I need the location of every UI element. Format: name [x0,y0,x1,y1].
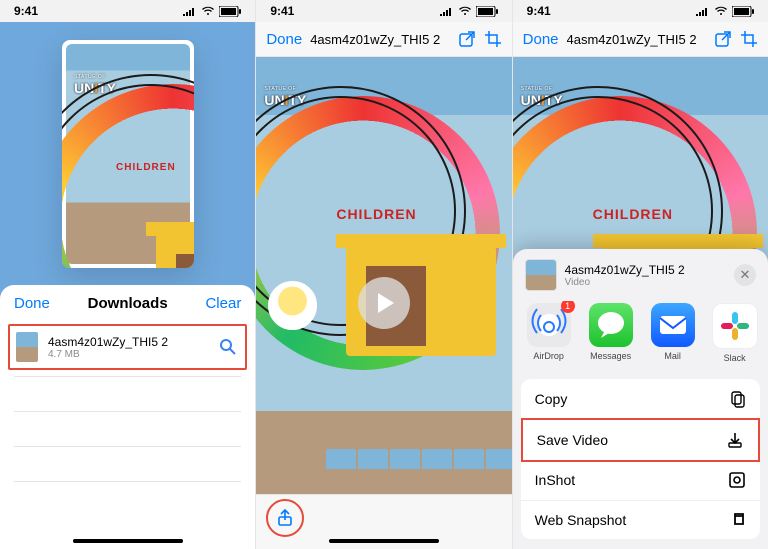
open-in-icon[interactable] [714,30,732,48]
app-slack[interactable]: Slack [709,303,761,363]
file-thumbnail [16,332,38,362]
home-indicator [329,539,439,543]
download-icon [726,431,744,449]
file-title: 4asm4z01wZy_THI5 2 [310,32,449,47]
status-bar: 9:41 [256,0,511,22]
battery-icon [476,6,498,17]
clear-button[interactable]: Clear [205,295,241,312]
preview-body: STATUE OFUNITY CHILDREN 4asm4z01wZy_THI5… [513,56,768,549]
copy-icon [728,390,746,408]
crop-icon[interactable] [484,30,502,48]
status-time: 9:41 [527,4,551,18]
menu-web-snapshot[interactable]: Web Snapshot [521,501,760,539]
battery-icon [732,6,754,17]
done-button[interactable]: Done [14,295,50,312]
children-badge [268,281,317,330]
status-bar: 9:41 [513,0,768,22]
signal-icon [183,6,197,16]
phone-2-preview: 9:41 Done 4asm4z01wZy_THI5 2 STATUE OFUN… [256,0,512,549]
preview-nav: Done 4asm4z01wZy_THI5 2 [256,22,511,57]
wifi-icon [458,6,472,16]
wifi-icon [201,6,215,16]
scrubber-thumbnails[interactable] [326,449,501,489]
status-icons [696,6,754,17]
status-icons [183,6,241,17]
status-icons [440,6,498,17]
done-button[interactable]: Done [266,31,302,48]
snapshot-icon [732,512,746,528]
file-preview-card: STATUE OFUNITY CHILDREN [62,40,194,268]
close-icon[interactable]: ✕ [734,264,756,286]
sheet-thumbnail [525,259,557,291]
file-title: 4asm4z01wZy_THI5 2 [567,32,706,47]
download-file-row[interactable]: 4asm4z01wZy_THI5 2 4.7 MB [8,324,247,370]
home-indicator [73,539,183,543]
airdrop-badge: 1 [561,301,575,313]
done-button[interactable]: Done [523,31,559,48]
sheet-file-title: 4asm4z01wZy_THI5 2 [565,263,726,277]
status-time: 9:41 [14,4,38,18]
signal-icon [440,6,454,16]
menu-inshot[interactable]: InShot [521,460,760,501]
video-still: STATUE OFUNITY CHILDREN [66,44,190,264]
phone-3-share-sheet: 9:41 Done 4asm4z01wZy_THI5 2 STATUE OFUN… [513,0,768,549]
share-actions-group: Copy Save Video InShot Web Snapshot [521,379,760,539]
wifi-icon [714,6,728,16]
app-airdrop[interactable]: 1 AirDrop [523,303,575,363]
play-button[interactable] [358,277,410,329]
app-messages[interactable]: Messages [585,303,637,363]
menu-save-video[interactable]: Save Video [521,418,760,462]
signal-icon [696,6,710,16]
downloads-panel: Done Downloads Clear 4asm4z01wZy_THI5 2 … [0,285,255,549]
share-button[interactable] [266,499,304,537]
battery-icon [219,6,241,17]
preview-body: STATUE OFUNITY CHILDREN [256,56,511,549]
status-bar: 9:41 [0,0,255,22]
app-mail[interactable]: Mail [647,303,699,363]
preview-nav: Done 4asm4z01wZy_THI5 2 [513,22,768,57]
file-size: 4.7 MB [48,349,209,360]
open-in-icon[interactable] [458,30,476,48]
inshot-icon [728,471,746,489]
search-icon[interactable] [219,338,237,356]
sheet-file-subtitle: Video [565,277,726,288]
status-time: 9:41 [270,4,294,18]
phone-1-downloads: 9:41 STATUE OFUNITY CHILDREN Done Downlo… [0,0,256,549]
menu-copy[interactable]: Copy [521,379,760,420]
share-apps-row[interactable]: 1 AirDrop Messages Mail [513,301,768,373]
panel-title: Downloads [88,295,168,312]
preview-toolbar [256,494,511,549]
share-sheet: 4asm4z01wZy_THI5 2 Video ✕ 1 AirDrop [513,249,768,549]
crop-icon[interactable] [740,30,758,48]
three-phone-layout: 9:41 STATUE OFUNITY CHILDREN Done Downlo… [0,0,768,549]
file-name: 4asm4z01wZy_THI5 2 [48,335,209,349]
